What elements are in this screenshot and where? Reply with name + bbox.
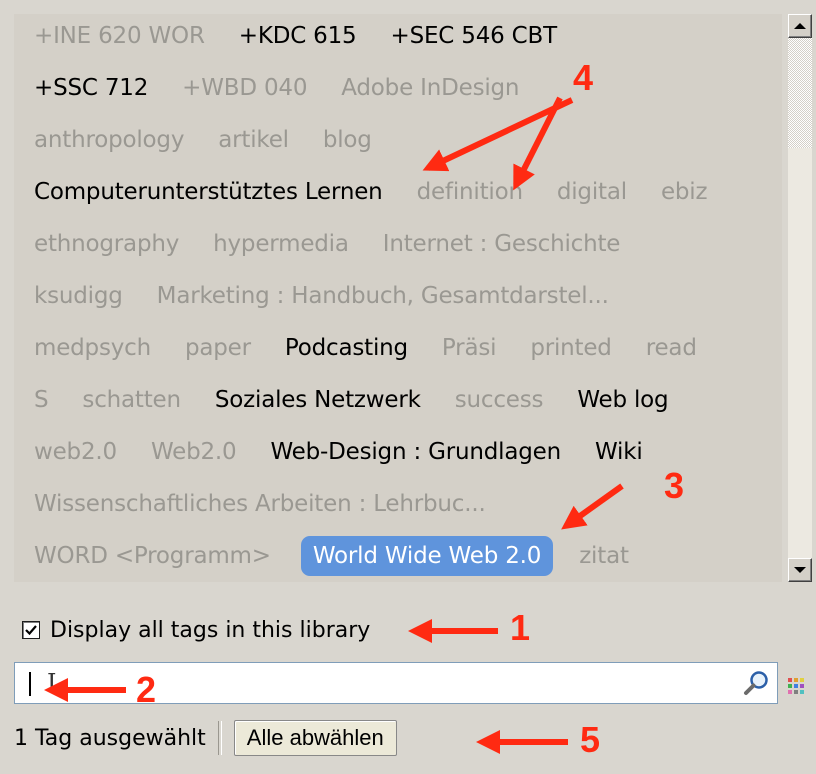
tag-item[interactable]: blog <box>323 120 372 160</box>
display-all-checkbox[interactable] <box>22 621 40 639</box>
tag-row: +SSC 712 +WBD 040 Adobe InDesign <box>34 68 553 108</box>
annotation-number-5: 5 <box>580 719 601 760</box>
selected-count-text: 1 Tag ausgewählt <box>14 725 206 751</box>
tag-item[interactable]: success <box>455 380 544 420</box>
display-all-label: Display all tags in this library <box>50 617 371 643</box>
annotation-number-1: 1 <box>510 607 531 648</box>
tag-item[interactable]: WORD <Programm> <box>34 536 271 576</box>
tag-item[interactable]: definition <box>417 172 523 212</box>
tag-item[interactable]: Wissenschaftliches Arbeiten : Lehrbuc... <box>34 484 486 524</box>
tag-status-bar: 1 Tag ausgewählt Alle abwählen <box>14 712 784 764</box>
ibeam-cursor-icon: I <box>47 669 57 697</box>
tag-item[interactable]: ksudigg <box>34 276 123 316</box>
status-separator <box>217 721 222 755</box>
checkmark-icon <box>25 625 37 636</box>
tag-item[interactable]: artikel <box>218 120 289 160</box>
arrow-up-icon <box>794 23 806 29</box>
tag-item[interactable]: Adobe InDesign <box>341 68 519 108</box>
magnifier-icon[interactable] <box>743 669 771 697</box>
tag-row: ksudigg Marketing : Handbuch, Gesamtdarst… <box>34 276 643 316</box>
text-caret <box>29 672 31 696</box>
tag-row: Computerunterstütztes Lernen definition di… <box>34 172 741 212</box>
tag-item[interactable]: S <box>34 380 49 420</box>
display-all-tags-row[interactable]: Display all tags in this library <box>22 612 370 648</box>
annotation-number-4: 4 <box>573 57 594 98</box>
tag-item[interactable]: medpsych <box>34 328 151 368</box>
tag-item[interactable]: Web log <box>577 380 668 420</box>
tag-item[interactable]: paper <box>185 328 251 368</box>
tag-item[interactable]: hypermedia <box>213 224 349 264</box>
tag-item[interactable]: Wiki <box>595 432 643 472</box>
tag-item[interactable]: printed <box>530 328 612 368</box>
tag-row: ethnography hypermedia Internet : Geschich… <box>34 224 654 264</box>
scroll-up-button[interactable] <box>788 14 812 38</box>
tag-row: medpsych paper Podcasting Präsi printed read <box>34 328 731 368</box>
tag-item[interactable]: anthropology <box>34 120 184 160</box>
tag-item[interactable]: Web-Design : Grundlagen <box>270 432 561 472</box>
tag-item[interactable]: Präsi <box>442 328 497 368</box>
arrow-down-icon <box>794 567 806 573</box>
tag-item[interactable]: web2.0 <box>34 432 117 472</box>
tag-item[interactable]: +SEC 546 CBT <box>391 16 558 56</box>
tag-item[interactable]: schatten <box>82 380 181 420</box>
scrollbar-track[interactable] <box>788 38 812 148</box>
tag-row: +INE 620 WOR +KDC 615 +SEC 546 CBT <box>34 16 591 56</box>
tag-item[interactable]: +INE 620 WOR <box>34 16 205 56</box>
deselect-all-button[interactable]: Alle abwählen <box>233 720 397 756</box>
tag-item[interactable]: Internet : Geschichte <box>383 224 621 264</box>
tag-row: web2.0 Web2.0 Web-Design : Grundlagen Wiki <box>34 432 677 472</box>
tag-item[interactable]: digital <box>557 172 627 212</box>
tag-item[interactable]: zitat <box>579 536 629 576</box>
annotation-number-2: 2 <box>136 669 157 710</box>
tag-item[interactable]: Soziales Netzwerk <box>215 380 421 420</box>
color-grid-icon[interactable] <box>786 676 806 696</box>
tag-item[interactable]: Marketing : Handbuch, Gesamtdarstel... <box>157 276 609 316</box>
tag-item[interactable]: read <box>646 328 697 368</box>
tag-item[interactable]: ethnography <box>34 224 179 264</box>
tag-row: Sschatten Soziales Netzwerk success Web log <box>34 380 702 420</box>
scroll-down-button[interactable] <box>788 558 812 582</box>
tag-item[interactable]: +WBD 040 <box>182 68 307 108</box>
tag-item[interactable]: Computerunterstütztes Lernen <box>34 172 383 212</box>
tag-row: anthropology artikel blog <box>34 120 406 160</box>
vertical-scrollbar[interactable] <box>788 14 812 582</box>
tag-item[interactable]: Podcasting <box>285 328 408 368</box>
tag-row: WORD <Programm> World Wide Web 2.0 zitat <box>34 536 663 576</box>
tag-search-input[interactable]: I <box>14 662 778 704</box>
tag-item[interactable]: Web2.0 <box>151 432 237 472</box>
tag-item[interactable]: +KDC 615 <box>239 16 357 56</box>
tag-row: Wissenschaftliches Arbeiten : Lehrbuc... <box>34 484 520 524</box>
tag-item-selected[interactable]: World Wide Web 2.0 <box>300 536 554 576</box>
annotation-number-3: 3 <box>664 465 685 506</box>
tag-item[interactable]: ebiz <box>661 172 708 212</box>
tag-item[interactable]: +SSC 712 <box>34 68 148 108</box>
